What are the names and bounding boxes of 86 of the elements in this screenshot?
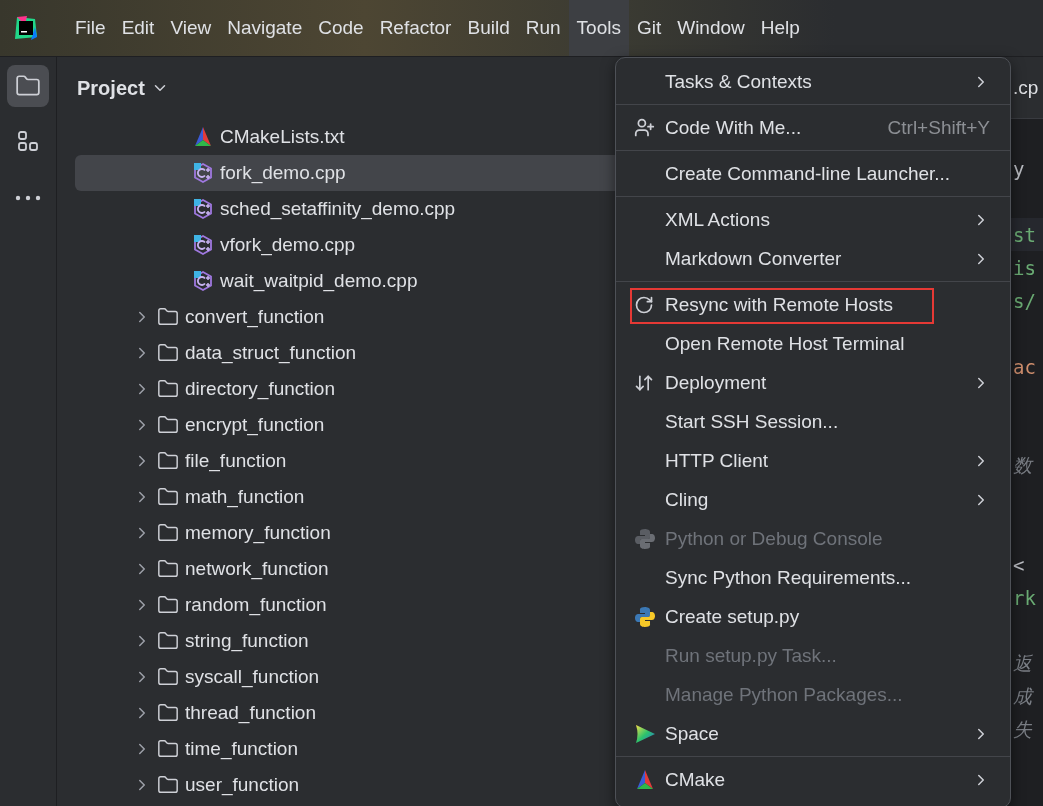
menu-bar-item[interactable]: Git (628, 0, 670, 56)
menu-item[interactable]: XML Actions (616, 200, 1010, 239)
app-logo-icon (13, 15, 39, 41)
menu-item[interactable]: HTTP Client (616, 441, 1010, 480)
code-text: st (1013, 223, 1036, 246)
menu-item[interactable]: Code With Me... Ctrl+Shift+Y (616, 108, 1010, 147)
cmake-icon (634, 768, 656, 791)
folder-name: time_function (185, 738, 298, 760)
menu-bar-item[interactable]: Tools (568, 0, 629, 56)
folder-name: thread_function (185, 702, 316, 724)
folder-icon[interactable] (7, 65, 49, 107)
folder-name: random_function (185, 594, 327, 616)
python-icon (634, 527, 656, 550)
folder-name: encrypt_function (185, 414, 325, 436)
code-text: y (1013, 157, 1025, 180)
menu-item[interactable]: Start SSH Session... (616, 402, 1010, 441)
menu-bar-item[interactable]: Window (669, 0, 753, 56)
cpp-file-icon (192, 198, 214, 220)
folder-icon (157, 774, 179, 796)
folder-icon (157, 738, 179, 760)
menu-bar-item[interactable]: Build (459, 0, 518, 56)
folder-name: string_function (185, 630, 309, 652)
folder-icon (157, 558, 179, 580)
cpp-file-icon (192, 234, 214, 256)
user-plus-icon (634, 117, 655, 138)
code-text: 失 (1013, 716, 1032, 742)
code-text: rk (1013, 586, 1036, 609)
refresh-icon (634, 294, 654, 315)
menu-bar-item[interactable]: Refactor (371, 0, 460, 56)
folder-name: directory_function (185, 378, 335, 400)
folder-icon (157, 630, 179, 652)
file-name: wait_waitpid_demo.cpp (220, 270, 418, 292)
cpp-file-icon (192, 270, 214, 292)
panel-title[interactable]: Project (77, 76, 145, 100)
menu-item[interactable]: CMake (616, 760, 1010, 799)
folder-name: convert_function (185, 306, 325, 328)
folder-icon (157, 486, 179, 508)
folder-icon (157, 414, 179, 436)
folder-name: file_function (185, 450, 287, 472)
folder-name: memory_function (185, 522, 331, 544)
folder-icon (157, 450, 179, 472)
space-logo-icon (634, 722, 656, 745)
menu-item[interactable]: Space (616, 714, 1010, 753)
menu-item[interactable]: Tasks & Contexts (616, 62, 1010, 101)
menu-item[interactable]: Sync Python Requirements... (616, 558, 1010, 597)
code-text: 成 (1013, 683, 1032, 709)
folder-icon (157, 594, 179, 616)
folder-icon (157, 306, 179, 328)
folder-name: syscall_function (185, 666, 320, 688)
code-text: 返 (1013, 650, 1032, 676)
menu-item[interactable]: Deployment (616, 363, 1010, 402)
folder-icon (157, 378, 179, 400)
menu-bar-item[interactable]: Edit (113, 0, 163, 56)
file-name: CMakeLists.txt (220, 126, 345, 148)
code-text: is (1013, 256, 1036, 279)
menu-item[interactable]: Open Remote Host Terminal (616, 324, 1010, 363)
editor-tab[interactable]: .cp (1013, 76, 1039, 99)
code-text: s/ (1013, 289, 1036, 312)
code-text: 数 (1013, 452, 1032, 478)
menu-bar-item[interactable]: Help (752, 0, 808, 56)
folder-name: math_function (185, 486, 305, 508)
folder-name: network_function (185, 558, 329, 580)
cmake-file-icon (192, 126, 214, 148)
file-name: fork_demo.cpp (220, 162, 346, 184)
menu-bar-item[interactable]: Code (310, 0, 372, 56)
folder-icon (157, 522, 179, 544)
menu-item[interactable]: Cling (616, 480, 1010, 519)
menu-bar-item[interactable]: Navigate (219, 0, 311, 56)
menu-item[interactable]: Create setup.py (616, 597, 1010, 636)
menu-item[interactable]: Resync with Remote Hosts (616, 285, 1010, 324)
menu-item[interactable]: Markdown Converter (616, 239, 1010, 278)
menu-bar-item[interactable]: Run (517, 0, 569, 56)
shortcut-text: Ctrl+Shift+Y (887, 116, 990, 139)
code-text: ac (1013, 355, 1036, 378)
file-name: sched_setaffinity_demo.cpp (220, 198, 456, 220)
code-text: < (1013, 553, 1025, 576)
file-name: vfork_demo.cpp (220, 234, 356, 256)
menu-bar-item[interactable]: File (67, 0, 114, 56)
folder-icon (157, 702, 179, 724)
folder-icon (157, 342, 179, 364)
menu-bar-item[interactable]: View (162, 0, 220, 56)
folder-name: user_function (185, 774, 300, 796)
folder-icon (157, 666, 179, 688)
cpp-file-icon (192, 162, 214, 184)
folder-name: data_struct_function (185, 342, 357, 364)
python-icon (634, 605, 656, 628)
